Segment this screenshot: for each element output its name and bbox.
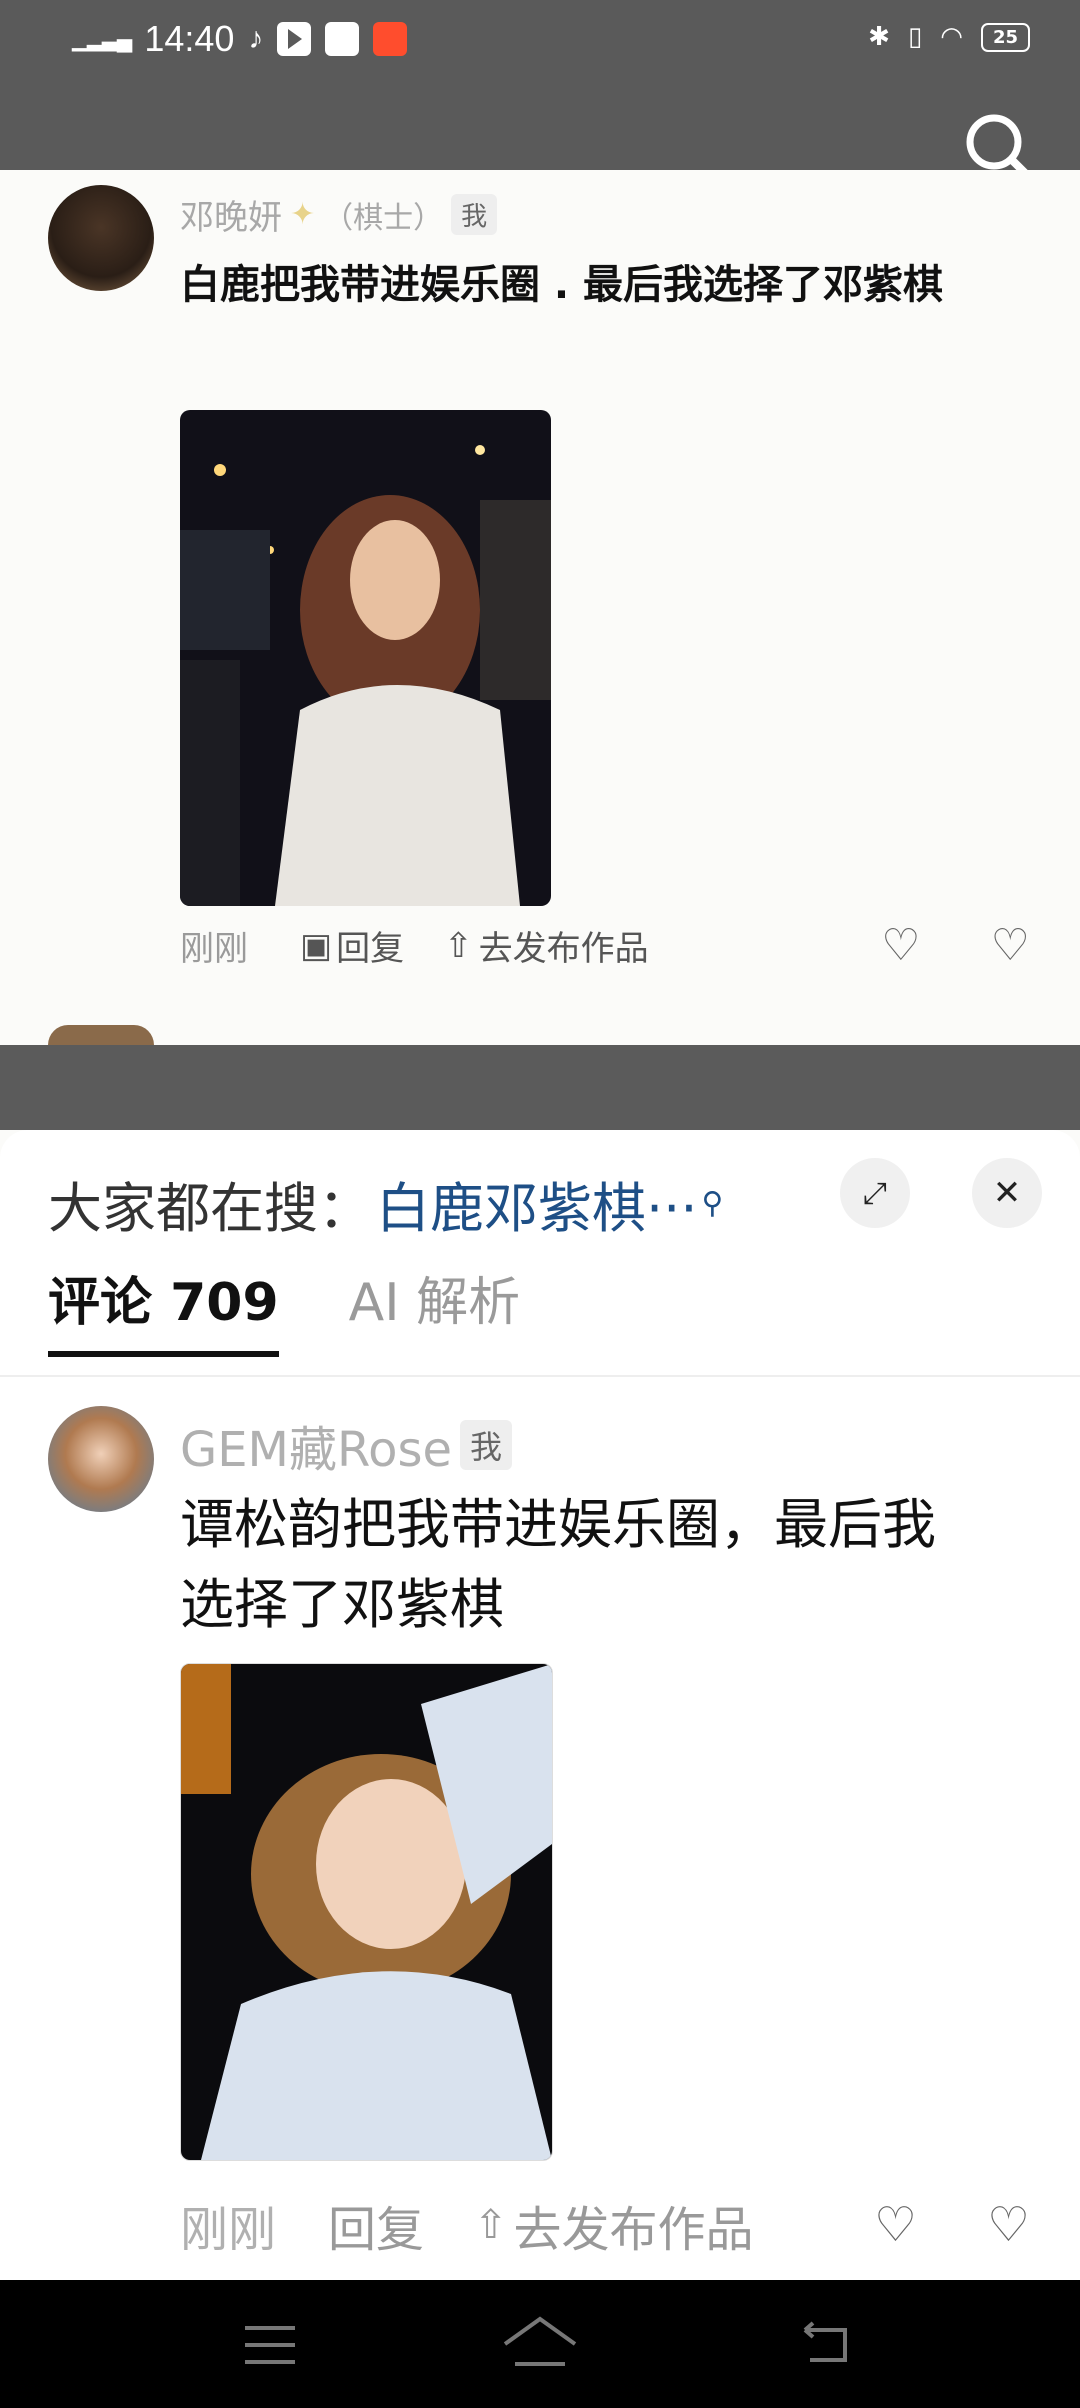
status-bar: ▁▂▃▄ 14:40 ♪ ✱ ▯ ◠ 25 (0, 0, 1080, 186)
comment-like-icon[interactable]: ♡ (874, 2197, 917, 2253)
shopping-app-icon (373, 22, 408, 56)
trending-search[interactable]: 大家都在搜： 白鹿邓紫棋··· ⚲ (48, 1164, 723, 1243)
comment-user-row: GEM藏Rose 我 (180, 1410, 513, 1480)
video-app-icon (277, 22, 312, 56)
comment-text: 谭松韵把我带进娱乐圈，最后我 选择了邓紫棋 (180, 1485, 1040, 1645)
comment-text-line1: 谭松韵把我带进娱乐圈，最后我 (180, 1493, 936, 1556)
tab-comments[interactable]: 评论 709 (48, 1260, 279, 1357)
system-nav-bar (0, 2280, 1080, 2408)
expand-button[interactable]: ⤢ (840, 1158, 910, 1228)
me-tag: 我 (451, 194, 498, 235)
menu-icon[interactable] (240, 2320, 300, 2370)
wifi-icon: ◠ (940, 22, 963, 52)
status-time: 14:40 (144, 18, 235, 59)
comment-reply-button[interactable]: 回复 (328, 2190, 424, 2260)
comment-username[interactable]: GEM藏Rose (180, 1410, 452, 1480)
comment-avatar[interactable] (48, 1406, 154, 1512)
username[interactable]: 邓晚妍 (180, 190, 282, 239)
user-row: 邓晚妍 ✦ （棋士） 我 (180, 190, 498, 239)
bluetooth-icon: ✱ (868, 22, 890, 52)
close-icon: ✕ (992, 1173, 1022, 1213)
next-avatar (48, 1025, 154, 1045)
post-photo[interactable] (180, 410, 551, 906)
tab-ai-analysis[interactable]: AI 解析 (349, 1260, 520, 1357)
battery-level: 25 (992, 26, 1018, 48)
expand-icon: ⤢ (863, 1175, 887, 1211)
comment-dislike-icon[interactable]: ♡ (987, 2197, 1030, 2253)
vibrate-icon: ▯ (907, 22, 923, 52)
sheet-tabs: 评论 709 AI 解析 (48, 1260, 520, 1357)
comment-photo[interactable] (180, 1663, 553, 2161)
post-text: 白鹿把我带进娱乐圈 . 最后我选择了邓紫棋 (180, 262, 944, 308)
publish-button[interactable]: 去发布作品 (479, 921, 649, 970)
comment-time: 刚刚 (180, 2202, 277, 2258)
comment-me-tag: 我 (460, 1420, 513, 1470)
comment-upload-icon[interactable]: ⇧ (474, 2202, 508, 2248)
comments-sheet: 大家都在搜： 白鹿邓紫棋··· ⚲ ⤢ ✕ 评论 709 AI 解析 GEM藏R… (0, 1130, 1080, 2280)
search-term[interactable]: 白鹿邓紫棋··· (376, 1164, 698, 1243)
post-time: 刚刚 (180, 929, 248, 969)
reply-button[interactable]: 回复 (336, 921, 404, 970)
tabs-divider (0, 1375, 1080, 1377)
sparkle-icon: ✦ (290, 197, 316, 232)
comment-text-line2: 选择了邓紫棋 (180, 1573, 504, 1636)
comment-publish-button[interactable]: 去发布作品 (514, 2190, 754, 2260)
battery-icon: 25 (980, 22, 1030, 52)
back-icon[interactable] (795, 2320, 855, 2370)
comment-actions: 刚刚 回复 ⇧ 去发布作品 ♡ ♡ (180, 2190, 1030, 2260)
user-suffix: （棋士） (323, 200, 444, 236)
reply-icon[interactable]: ▣ (300, 926, 332, 966)
status-right: ✱ ▯ ◠ 25 (868, 22, 1030, 52)
tiktok-icon: ♪ (248, 22, 264, 55)
post-actions: 刚刚 ▣ 回复 ⇧ 去发布作品 ♡ ♡ (180, 920, 1030, 971)
dislike-icon[interactable]: ♡ (991, 920, 1030, 971)
status-left: ▁▂▃▄ 14:40 ♪ (72, 18, 408, 60)
close-button[interactable]: ✕ (972, 1158, 1042, 1228)
search-prefix: 大家都在搜： (48, 1177, 372, 1240)
upload-icon[interactable]: ⇧ (444, 926, 473, 966)
like-icon[interactable]: ♡ (881, 920, 920, 971)
signal-icon: ▁▂▃▄ (72, 26, 132, 51)
small-search-icon: ⚲ (701, 1186, 724, 1221)
feed-post: 邓晚妍 ✦ （棋士） 我 白鹿把我带进娱乐圈 . 最后我选择了邓紫棋 刚刚 ▣ … (0, 170, 1080, 1045)
avatar[interactable] (48, 185, 154, 291)
dim-overlay (0, 1045, 1080, 1130)
home-icon[interactable] (500, 2314, 580, 2374)
toutiao-icon (325, 22, 360, 56)
